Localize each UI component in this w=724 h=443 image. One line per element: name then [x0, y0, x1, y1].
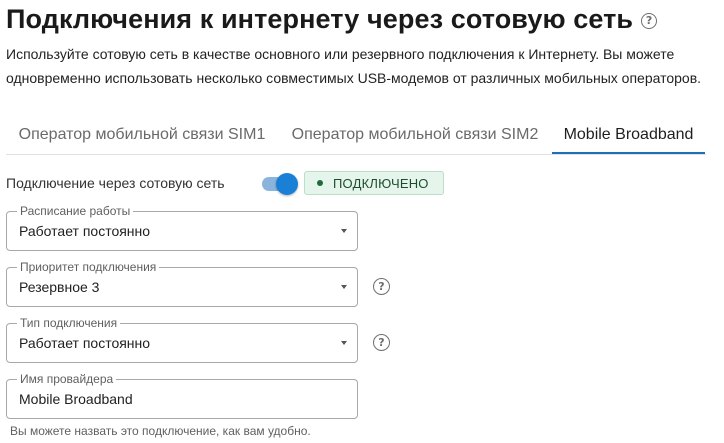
connection-label: Подключение через сотовую сеть	[6, 175, 225, 191]
chevron-down-icon	[341, 341, 347, 345]
connection-type-value: Работает постоянно	[19, 335, 151, 351]
tab-bar: Оператор мобильной связи SIM1 Оператор м…	[6, 116, 706, 155]
toggle-knob	[276, 173, 298, 195]
connection-type-select[interactable]: Тип подключения Работает постоянно	[6, 316, 358, 363]
provider-name-input[interactable]: Имя провайдера Mobile Broadband	[6, 372, 358, 419]
connection-toggle[interactable]	[262, 172, 300, 195]
priority-help-icon[interactable]: ?	[373, 278, 390, 295]
connection-type-help-icon[interactable]: ?	[373, 334, 390, 351]
chevron-down-icon	[341, 285, 347, 289]
schedule-value: Работает постоянно	[19, 223, 151, 239]
question-circle-icon[interactable]: ?	[641, 12, 658, 29]
page-title-text: Подключения к интернету через сотовую се…	[6, 3, 634, 34]
schedule-select[interactable]: Расписание работы Работает постоянно	[6, 204, 358, 251]
page-description: Используйте сотовую сеть в качестве осно…	[6, 46, 702, 86]
chevron-down-icon	[341, 229, 347, 233]
page-title: Подключения к интернету через сотовую се…	[6, 0, 658, 38]
status-badge: ПОДКЛЮЧЕНО	[304, 171, 444, 195]
tab-sim1[interactable]: Оператор мобильной связи SIM1	[18, 116, 266, 153]
tab-mobile-broadband[interactable]: Mobile Broadband	[552, 116, 705, 154]
status-dot-icon	[317, 180, 323, 186]
tab-sim2[interactable]: Оператор мобильной связи SIM2	[290, 116, 540, 153]
provider-name-hint: Вы можете назвать это подключение, как в…	[10, 424, 311, 438]
status-text: ПОДКЛЮЧЕНО	[333, 175, 429, 191]
provider-name-value[interactable]: Mobile Broadband	[19, 380, 133, 418]
priority-select[interactable]: Приоритет подключения Резервное 3	[6, 260, 358, 307]
priority-value: Резервное 3	[19, 279, 100, 295]
